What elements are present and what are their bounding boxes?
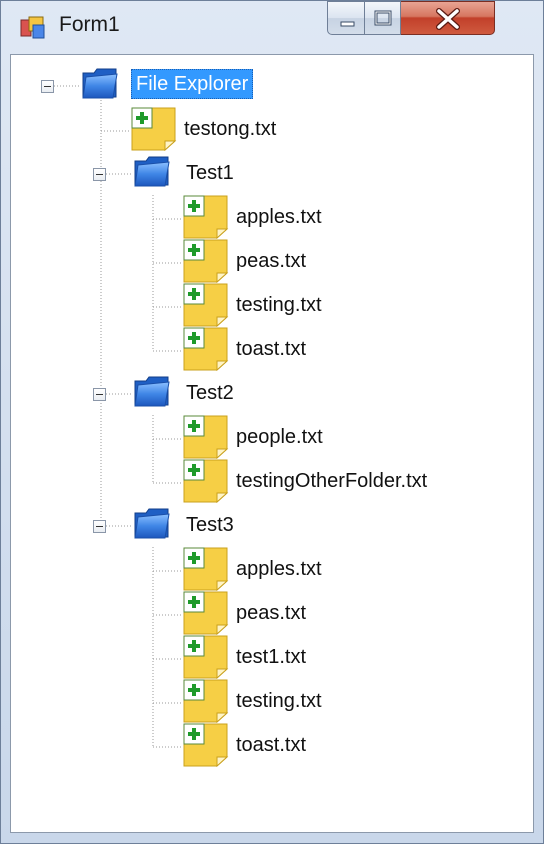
tree-node-folder-test3[interactable]: Test3 xyxy=(11,503,311,543)
tree-node-label[interactable]: File Explorer xyxy=(131,69,254,99)
tree-node-file[interactable]: toast.txt xyxy=(11,723,411,768)
folder-icon xyxy=(81,65,119,105)
app-window: Form1 File Explorer testong.txt Test1 ap… xyxy=(0,0,544,844)
tree-node-file[interactable]: testing.txt xyxy=(11,679,411,724)
tree-node-file[interactable]: people.txt xyxy=(11,415,411,460)
tree-node-label[interactable]: people.txt xyxy=(236,425,323,449)
tree-node-file[interactable]: testingOtherFolder.txt xyxy=(11,459,451,504)
file-icon xyxy=(183,195,229,243)
file-icon xyxy=(183,239,229,287)
tree-node-label[interactable]: test1.txt xyxy=(236,645,306,669)
tree-node-file[interactable]: testing.txt xyxy=(11,283,411,328)
collapse-toggle-icon[interactable] xyxy=(93,388,106,401)
collapse-toggle-icon[interactable] xyxy=(41,80,54,93)
file-icon xyxy=(183,459,229,507)
tree-node-file[interactable]: apples.txt xyxy=(11,195,411,240)
tree-node-folder-test2[interactable]: Test2 xyxy=(11,371,311,411)
tree-node-folder-test1[interactable]: Test1 xyxy=(11,151,311,191)
tree-node-label[interactable]: testingOtherFolder.txt xyxy=(236,469,427,493)
folder-icon xyxy=(133,373,171,413)
collapse-toggle-icon[interactable] xyxy=(93,168,106,181)
tree-container: File Explorer testong.txt Test1 apples.t… xyxy=(11,55,533,832)
tree-node-label[interactable]: peas.txt xyxy=(236,601,306,625)
collapse-toggle-icon[interactable] xyxy=(93,520,106,533)
file-icon xyxy=(131,107,177,155)
close-button[interactable] xyxy=(401,1,495,35)
file-icon xyxy=(183,415,229,463)
maximize-button[interactable] xyxy=(365,1,401,35)
tree-node-file[interactable]: peas.txt xyxy=(11,239,411,284)
tree-node-label[interactable]: testong.txt xyxy=(184,117,276,141)
file-icon xyxy=(183,591,229,639)
tree-node-label[interactable]: apples.txt xyxy=(236,205,322,229)
tree-node-label[interactable]: testing.txt xyxy=(236,293,322,317)
app-icon[interactable] xyxy=(20,16,46,40)
close-icon xyxy=(436,8,460,30)
file-icon xyxy=(183,283,229,331)
tree-node-root[interactable]: File Explorer xyxy=(11,63,271,103)
window-title: Form1 xyxy=(59,13,120,36)
minimize-button[interactable] xyxy=(327,1,365,35)
minimize-icon xyxy=(340,21,355,27)
tree-node-file[interactable]: test1.txt xyxy=(11,635,411,680)
file-icon xyxy=(183,327,229,375)
folder-icon xyxy=(133,153,171,193)
file-icon xyxy=(183,547,229,595)
tree-node-label[interactable]: apples.txt xyxy=(236,557,322,581)
tree-node-file[interactable]: peas.txt xyxy=(11,591,411,636)
caption-buttons xyxy=(327,1,535,37)
tree-node-label[interactable]: Test2 xyxy=(186,381,234,405)
tree-node-file[interactable]: toast.txt xyxy=(11,327,411,372)
file-icon xyxy=(183,679,229,727)
maximize-icon xyxy=(374,10,392,26)
file-icon xyxy=(183,723,229,771)
file-icon xyxy=(183,635,229,683)
folder-icon xyxy=(133,505,171,545)
tree-node-label[interactable]: toast.txt xyxy=(236,733,306,757)
title-bar[interactable]: Form1 xyxy=(1,1,543,53)
tree-node-label[interactable]: testing.txt xyxy=(236,689,322,713)
tree-node-label[interactable]: Test1 xyxy=(186,161,234,185)
tree-node-label[interactable]: toast.txt xyxy=(236,337,306,361)
tree-node-label[interactable]: Test3 xyxy=(186,513,234,537)
tree-view[interactable]: File Explorer testong.txt Test1 apples.t… xyxy=(10,54,534,833)
tree-node-file[interactable]: testong.txt xyxy=(11,107,311,152)
tree-node-file[interactable]: apples.txt xyxy=(11,547,411,592)
tree-node-label[interactable]: peas.txt xyxy=(236,249,306,273)
